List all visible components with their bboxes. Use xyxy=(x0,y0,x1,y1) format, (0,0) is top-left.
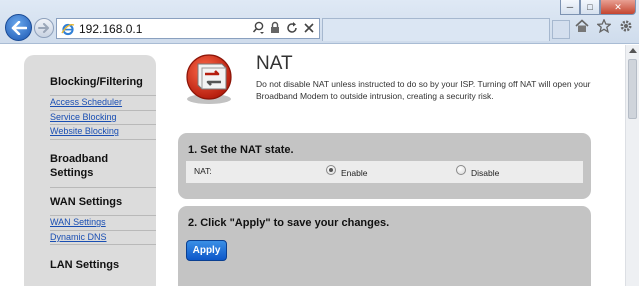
address-text: 192.168.0.1 xyxy=(79,22,143,36)
sidebar-link-service-blocking[interactable]: Service Blocking xyxy=(50,112,117,122)
star-icon[interactable] xyxy=(597,19,611,33)
sidebar-divider xyxy=(50,110,156,111)
sidebar-divider xyxy=(50,230,156,231)
sidebar-divider xyxy=(50,244,156,245)
ie-logo-icon xyxy=(61,23,75,36)
back-button[interactable] xyxy=(5,14,32,41)
disable-radio-label[interactable]: Disable xyxy=(471,168,499,178)
sidebar-heading-broadband: Broadband Settings xyxy=(50,153,109,179)
sidebar: Blocking/Filtering Access Scheduler Serv… xyxy=(24,55,156,286)
sidebar-link-access-scheduler[interactable]: Access Scheduler xyxy=(50,97,122,107)
search-icon[interactable] xyxy=(252,21,264,35)
apply-button[interactable]: Apply xyxy=(186,240,227,261)
enable-radio-label[interactable]: Enable xyxy=(341,168,367,178)
address-bar[interactable]: 192.168.0.1 xyxy=(56,18,320,39)
disable-radio[interactable] xyxy=(456,165,466,175)
browser-tools xyxy=(575,19,633,33)
back-arrow-icon xyxy=(11,20,27,35)
nat-label: NAT: xyxy=(194,166,212,176)
sidebar-divider xyxy=(50,215,156,216)
sidebar-link-website-blocking[interactable]: Website Blocking xyxy=(50,126,119,136)
sidebar-divider xyxy=(50,139,156,140)
sidebar-link-wan-settings[interactable]: WAN Settings xyxy=(50,217,106,227)
sidebar-heading-lan: LAN Settings xyxy=(50,259,120,271)
scrollbar-thumb[interactable] xyxy=(628,59,637,119)
sidebar-divider xyxy=(50,187,156,188)
nat-state-row: NAT: Enable Disable xyxy=(186,161,583,183)
page-title: NAT xyxy=(256,53,293,74)
enable-radio[interactable] xyxy=(326,165,336,175)
lock-icon[interactable] xyxy=(269,21,281,35)
page-description: Do not disable NAT unless instructed to … xyxy=(256,79,591,101)
nat-state-panel: 1. Set the NAT state. NAT: Enable Disabl… xyxy=(178,133,591,199)
sidebar-heading-wan: WAN Settings xyxy=(50,196,123,208)
minimize-button[interactable]: ─ xyxy=(560,0,580,15)
forward-arrow-icon xyxy=(38,23,49,33)
refresh-icon[interactable] xyxy=(286,21,298,35)
sidebar-link-dynamic-dns[interactable]: Dynamic DNS xyxy=(50,232,107,242)
gear-icon[interactable] xyxy=(619,19,633,33)
window-controls: ─ □ ✕ xyxy=(560,0,636,15)
close-window-button[interactable]: ✕ xyxy=(600,0,636,15)
forward-button[interactable] xyxy=(34,18,54,38)
step2-title: 2. Click "Apply" to save your changes. xyxy=(188,217,390,229)
close-icon[interactable] xyxy=(303,21,315,35)
sidebar-divider xyxy=(50,124,156,125)
apply-panel: 2. Click "Apply" to save your changes. A… xyxy=(178,206,591,286)
nat-router-icon xyxy=(186,54,232,104)
page-viewport: Blocking/Filtering Access Scheduler Serv… xyxy=(0,45,625,286)
sidebar-heading-blocking: Blocking/Filtering xyxy=(50,76,143,88)
browser-tab[interactable] xyxy=(322,18,550,41)
address-tools xyxy=(252,21,315,35)
step1-title: 1. Set the NAT state. xyxy=(188,144,294,156)
new-tab-button[interactable] xyxy=(552,20,570,39)
browser-chrome: ─ □ ✕ 192.168.0.1 xyxy=(0,0,639,44)
sidebar-divider xyxy=(50,95,156,96)
page-scrollbar[interactable] xyxy=(625,45,639,286)
maximize-button[interactable]: □ xyxy=(580,0,600,15)
scroll-up-arrow-icon[interactable] xyxy=(629,48,637,53)
home-icon[interactable] xyxy=(575,19,589,33)
radio-selected-dot xyxy=(329,168,333,172)
